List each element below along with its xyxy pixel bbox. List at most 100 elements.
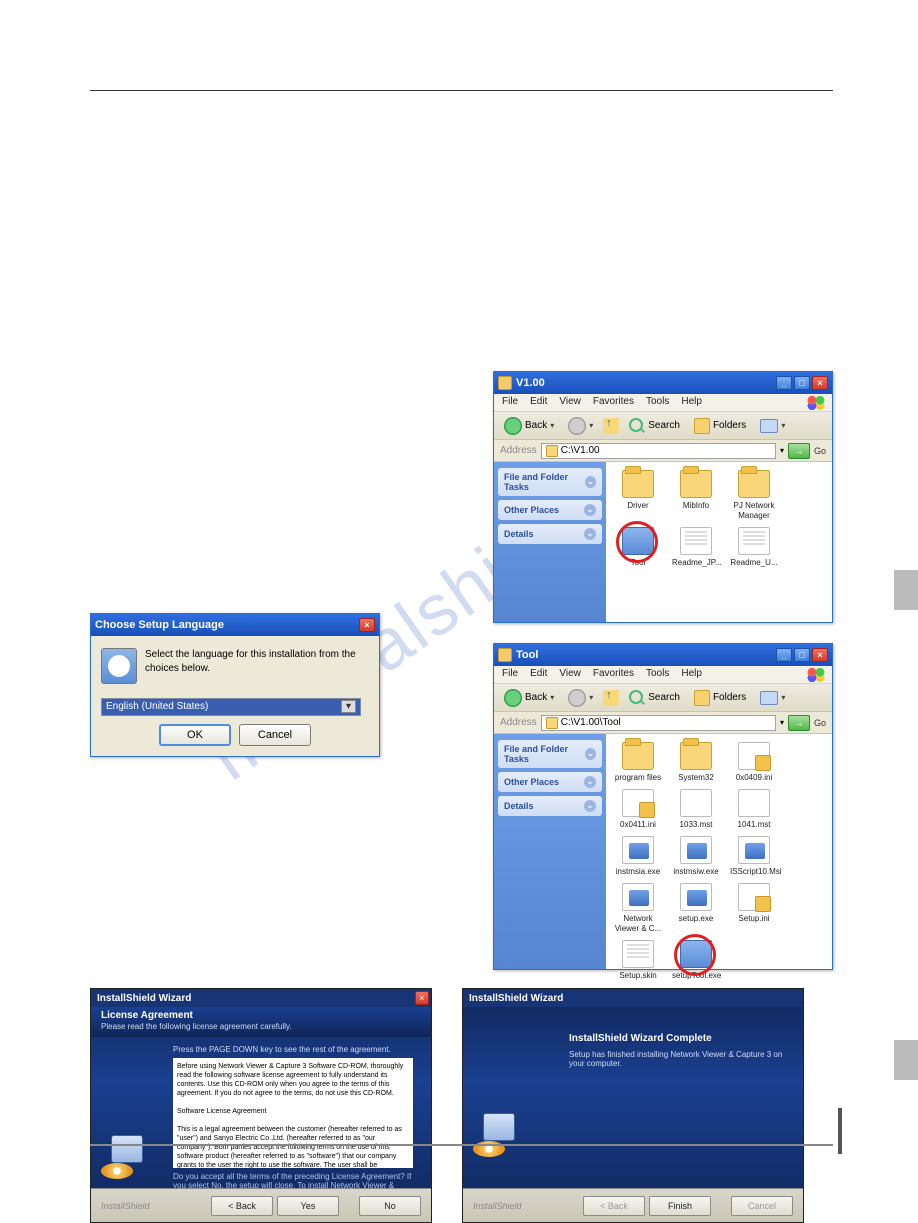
- footer-accent: [838, 1108, 842, 1154]
- folders-button[interactable]: Folders: [690, 689, 750, 707]
- menu-tools[interactable]: Tools: [646, 396, 669, 409]
- explorer2-addressbar: Address C:\V1.00\Tool ▾ → Go: [494, 712, 832, 734]
- cancel-button: Cancel: [731, 1196, 793, 1216]
- folders-icon: [694, 418, 710, 434]
- sidepanel-details[interactable]: Details⌄: [498, 796, 602, 816]
- up-button[interactable]: [603, 690, 619, 706]
- go-button[interactable]: →: [788, 443, 810, 459]
- dialog-titlebar[interactable]: Choose Setup Language ×: [91, 614, 379, 636]
- explorer2-sidebar: File and Folder Tasks⌄ Other Places⌄ Det…: [494, 734, 606, 969]
- close-button[interactable]: ×: [812, 376, 828, 390]
- address-input[interactable]: C:\V1.00: [541, 443, 776, 459]
- file-0x0409-ini[interactable]: 0x0409.ini: [730, 742, 778, 783]
- menu-view[interactable]: View: [559, 396, 581, 409]
- file-setup-exe[interactable]: setup.exe: [672, 883, 720, 934]
- maximize-button[interactable]: □: [794, 648, 810, 662]
- folder-mibinfo[interactable]: MibInfo: [672, 470, 720, 521]
- maximize-button[interactable]: □: [794, 376, 810, 390]
- cancel-button[interactable]: Cancel: [239, 724, 311, 746]
- folder-system32[interactable]: System32: [672, 742, 720, 783]
- dialog-close-button[interactable]: ×: [359, 618, 375, 632]
- menu-tools[interactable]: Tools: [646, 668, 669, 681]
- file-readme-jp[interactable]: Readme_JP...: [672, 527, 720, 568]
- views-button[interactable]: ▾: [756, 418, 789, 434]
- collapse-icon: ⌄: [585, 748, 596, 760]
- back-button[interactable]: Back▾: [500, 416, 558, 436]
- minimize-button[interactable]: _: [776, 376, 792, 390]
- back-button[interactable]: Back▾: [500, 688, 558, 708]
- explorer2-titlebar[interactable]: Tool _ □ ×: [494, 644, 832, 666]
- license-text-box[interactable]: Before using Network Viewer & Capture 3 …: [173, 1058, 413, 1168]
- explorer2-title: Tool: [516, 649, 538, 661]
- search-icon: [629, 690, 645, 706]
- sidepanel-other-places[interactable]: Other Places⌄: [498, 500, 602, 520]
- sidepanel-details[interactable]: Details⌄: [498, 524, 602, 544]
- views-button[interactable]: ▾: [756, 690, 789, 706]
- file-isscript10-msi[interactable]: ISScript10.Msi: [730, 836, 778, 877]
- up-button[interactable]: [603, 418, 619, 434]
- file-readme-u[interactable]: Readme_U...: [730, 527, 778, 568]
- folder-program-files[interactable]: program files: [614, 742, 662, 783]
- explorer1-titlebar[interactable]: V1.00 _ □ ×: [494, 372, 832, 394]
- language-select[interactable]: English (United States): [101, 698, 361, 716]
- search-icon: [629, 418, 645, 434]
- file-1033-mst[interactable]: 1033.mst: [672, 789, 720, 830]
- address-label: Address: [500, 445, 537, 456]
- file-setup-skin[interactable]: Setup.skin: [614, 940, 662, 981]
- wizard-close-button[interactable]: ×: [415, 991, 429, 1005]
- back-button: < Back: [583, 1196, 645, 1216]
- menu-edit[interactable]: Edit: [530, 668, 547, 681]
- menu-view[interactable]: View: [559, 668, 581, 681]
- file-setup-ini[interactable]: Setup.ini: [730, 883, 778, 934]
- menu-file[interactable]: File: [502, 396, 518, 409]
- folder-tool[interactable]: Tool: [614, 527, 662, 568]
- installshield-brand: InstallShield: [101, 1201, 150, 1211]
- menu-favorites[interactable]: Favorites: [593, 396, 634, 409]
- explorer1-file-area[interactable]: Driver MibInfo PJ Network Manager Tool R…: [606, 462, 832, 622]
- forward-button[interactable]: ▾: [564, 688, 597, 708]
- wizard-titlebar[interactable]: InstallShield Wizard: [463, 989, 803, 1007]
- chevron-down-icon: ▾: [781, 693, 785, 702]
- file-network-viewer[interactable]: Network Viewer & C...: [614, 883, 662, 934]
- file-1041-mst[interactable]: 1041.mst: [730, 789, 778, 830]
- search-button[interactable]: Search: [625, 417, 684, 435]
- go-button[interactable]: →: [788, 715, 810, 731]
- choose-setup-language-dialog: Choose Setup Language × Select the langu…: [90, 613, 380, 757]
- sidepanel-file-tasks[interactable]: File and Folder Tasks⌄: [498, 740, 602, 768]
- ok-button[interactable]: OK: [159, 724, 231, 746]
- back-icon: [504, 689, 522, 707]
- address-input[interactable]: C:\V1.00\Tool: [541, 715, 776, 731]
- file-0x0411-ini[interactable]: 0x0411.ini: [614, 789, 662, 830]
- explorer2-file-area[interactable]: program files System32 0x0409.ini 0x0411…: [606, 734, 832, 969]
- footer-rule: [90, 1144, 833, 1146]
- menu-file[interactable]: File: [502, 668, 518, 681]
- explorer-v100-window: V1.00 _ □ × File Edit View Favorites Too…: [493, 371, 833, 623]
- folder-driver[interactable]: Driver: [614, 470, 662, 521]
- chevron-down-icon[interactable]: ▾: [780, 446, 784, 455]
- sidepanel-other-places[interactable]: Other Places⌄: [498, 772, 602, 792]
- close-button[interactable]: ×: [812, 648, 828, 662]
- wizard-titlebar[interactable]: InstallShield Wizard: [91, 989, 431, 1007]
- back-button[interactable]: < Back: [211, 1196, 273, 1216]
- finish-button[interactable]: Finish: [649, 1196, 711, 1216]
- search-button[interactable]: Search: [625, 689, 684, 707]
- wizard-complete-text: Setup has finished installing Network Vi…: [569, 1050, 787, 1068]
- forward-button[interactable]: ▾: [564, 416, 597, 436]
- file-setuptool-exe[interactable]: setupTool.exe: [672, 940, 720, 981]
- chevron-down-icon[interactable]: ▾: [780, 718, 784, 727]
- sidepanel-file-tasks[interactable]: File and Folder Tasks⌄: [498, 468, 602, 496]
- menu-help[interactable]: Help: [681, 396, 702, 409]
- folders-button[interactable]: Folders: [690, 417, 750, 435]
- menu-help[interactable]: Help: [681, 668, 702, 681]
- address-label: Address: [500, 717, 537, 728]
- chevron-down-icon: ▾: [550, 421, 554, 430]
- no-button[interactable]: No: [359, 1196, 421, 1216]
- forward-icon: [568, 417, 586, 435]
- file-instmsia-exe[interactable]: instmsia.exe: [614, 836, 662, 877]
- yes-button[interactable]: Yes: [277, 1196, 339, 1216]
- folder-pj-network-manager[interactable]: PJ Network Manager: [730, 470, 778, 521]
- file-instmsiw-exe[interactable]: instmsiw.exe: [672, 836, 720, 877]
- menu-edit[interactable]: Edit: [530, 396, 547, 409]
- minimize-button[interactable]: _: [776, 648, 792, 662]
- menu-favorites[interactable]: Favorites: [593, 668, 634, 681]
